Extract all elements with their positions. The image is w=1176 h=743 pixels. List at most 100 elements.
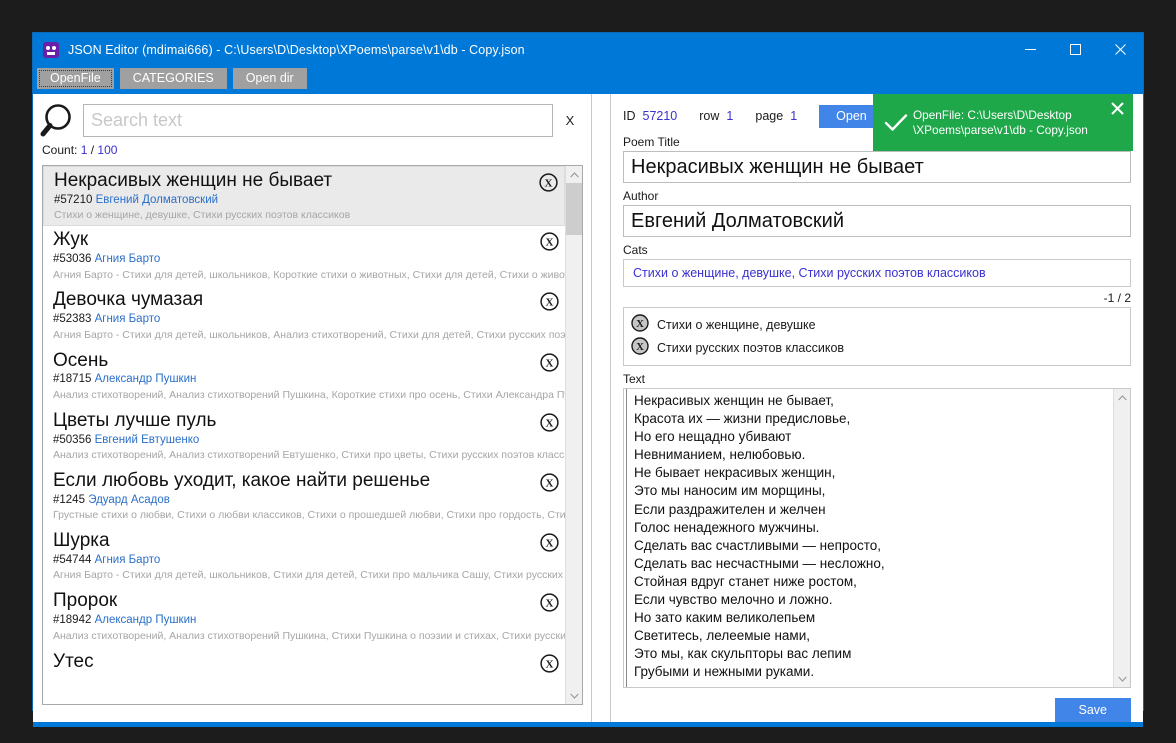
remove-cat-icon[interactable]: X <box>631 314 649 335</box>
poem-list-container: Некрасивых женщин не бывает #57210 Евген… <box>42 165 583 705</box>
notification-toast: OpenFile: C:\Users\D\Desktop \XPoems\par… <box>873 94 1133 151</box>
list-item-author[interactable]: Евгений Евтушенко <box>95 434 200 446</box>
author-input[interactable] <box>623 205 1131 237</box>
list-item-author[interactable]: Агния Барто <box>95 554 161 566</box>
window-title: JSON Editor (mdimai666) - C:\Users\D\Des… <box>68 42 525 57</box>
list-item-cats: Анализ стихотворений, Анализ стихотворен… <box>53 388 565 401</box>
minimize-button[interactable] <box>1008 33 1053 66</box>
close-toast-icon[interactable] <box>1109 100 1125 116</box>
list-item-author[interactable]: Эдуард Асадов <box>88 494 170 506</box>
list-item-id: #50356 <box>53 433 92 446</box>
svg-text:X: X <box>546 658 554 670</box>
list-item-meta: #1245 Эдуард Асадов <box>53 493 531 509</box>
actions-row: Save <box>623 688 1131 722</box>
cats-summary[interactable]: Стихи о женщине, девушке, Стихи русских … <box>623 259 1131 287</box>
svg-text:X: X <box>546 538 554 550</box>
search-row: X <box>33 103 591 138</box>
list-item-id: #53036 <box>53 253 92 266</box>
list-item-title: Шурка <box>53 530 110 552</box>
list-item-author[interactable]: Агния Барто <box>95 313 161 325</box>
list-item-id: #54744 <box>53 553 92 566</box>
scroll-up-icon[interactable] <box>1114 389 1131 406</box>
title-bar: JSON Editor (mdimai666) - C:\Users\D\Des… <box>33 33 1143 66</box>
delete-item-icon[interactable]: X <box>540 653 559 673</box>
close-button[interactable] <box>1098 33 1143 66</box>
check-icon <box>881 113 911 133</box>
count-total: 100 <box>97 143 118 157</box>
list-item-cats: Анализ стихотворений, Анализ стихотворен… <box>53 449 565 462</box>
delete-item-icon[interactable]: X <box>540 413 559 432</box>
tab-categories[interactable]: CATEGORIES <box>119 68 227 89</box>
list-scrollbar[interactable] <box>565 166 582 704</box>
svg-text:X: X <box>546 598 554 610</box>
list-item-meta: #57210 Евгений Долматовский <box>54 193 530 209</box>
cat-item-label: Стихи о женщине, девушке <box>657 317 816 332</box>
svg-text:X: X <box>546 297 554 309</box>
list-item-id: #18715 <box>53 373 92 386</box>
list-item[interactable]: Пророк #18942 Александр Пушкин Анализ ст… <box>43 587 565 647</box>
list-item[interactable]: Шурка #54744 Агния Барто Агния Барто - С… <box>43 527 565 587</box>
svg-text:X: X <box>636 342 644 353</box>
delete-item-icon[interactable]: X <box>540 232 559 251</box>
list-item-meta: #53036 Агния Барто <box>53 252 531 268</box>
list-item-author[interactable]: Александр Пушкин <box>95 614 197 626</box>
notification-message: OpenFile: C:\Users\D\Desktop \XPoems\par… <box>913 107 1088 137</box>
delete-item-icon[interactable]: X <box>540 533 559 552</box>
delete-item-icon[interactable]: X <box>540 593 559 612</box>
count-separator: / <box>90 143 95 157</box>
tab-openfile[interactable]: OpenFile <box>37 68 114 89</box>
list-item-meta: #18942 Александр Пушкин <box>53 613 531 629</box>
cat-item-label: Стихи русских поэтов классиков <box>657 340 845 355</box>
row-label: row <box>699 109 720 123</box>
list-item[interactable]: X Стихи русских поэтов классиков <box>631 336 1124 359</box>
list-scroll-thumb[interactable] <box>565 183 582 235</box>
delete-item-icon[interactable]: X <box>540 473 559 492</box>
page-value: 1 <box>790 109 798 123</box>
poem-title-input[interactable] <box>623 151 1131 183</box>
list-item[interactable]: Жук #53036 Агния Барто Агния Барто - Сти… <box>43 226 565 286</box>
text-scroll-track[interactable] <box>1114 406 1131 670</box>
delete-item-icon[interactable]: X <box>540 352 559 372</box>
save-button[interactable]: Save <box>1054 698 1131 722</box>
toolbar-tabs: OpenFile CATEGORIES Open dir <box>33 66 1143 94</box>
author-label: Author <box>623 189 659 203</box>
text-scrollbar[interactable] <box>1113 389 1130 687</box>
scroll-down-icon[interactable] <box>1114 670 1131 687</box>
list-item[interactable]: Девочка чумазая #52383 Агния Барто Агния… <box>43 286 565 346</box>
svg-text:X: X <box>545 177 553 189</box>
pane-splitter[interactable] <box>591 94 611 722</box>
list-item[interactable]: X Стихи о женщине, девушке <box>631 313 1124 336</box>
magnifier-icon[interactable] <box>39 103 83 138</box>
list-item[interactable]: Осень #18715 Александр Пушкин Анализ сти… <box>43 347 565 407</box>
window-controls <box>1008 33 1143 66</box>
delete-item-icon[interactable]: X <box>539 173 558 192</box>
clear-search-button[interactable]: X <box>553 113 587 128</box>
svg-text:X: X <box>636 319 644 330</box>
poem-list[interactable]: Некрасивых женщин не бывает #57210 Евген… <box>43 166 565 704</box>
list-item[interactable]: Если любовь уходит, какое найти решенье … <box>43 467 565 527</box>
maximize-button[interactable] <box>1053 33 1098 66</box>
tab-open-dir[interactable]: Open dir <box>232 68 307 89</box>
list-item[interactable]: Утес X <box>43 648 565 705</box>
remove-cat-icon[interactable]: X <box>631 337 649 358</box>
list-item-meta: #54744 Агния Барто <box>53 553 531 569</box>
right-pane: ID 57210 row 1 page 1 Open Poem Title Au… <box>611 94 1143 722</box>
list-item[interactable]: Некрасивых женщин не бывает #57210 Евген… <box>43 166 565 227</box>
list-item-author[interactable]: Агния Барто <box>95 253 161 265</box>
list-item-author[interactable]: Евгений Долматовский <box>96 194 218 206</box>
row-value: 1 <box>726 109 734 123</box>
list-item-cats: Анализ стихотворений, Анализ стихотворен… <box>53 629 565 642</box>
list-item-id: #57210 <box>54 193 93 206</box>
list-scroll-track[interactable] <box>565 183 582 687</box>
scroll-up-icon[interactable] <box>566 166 583 183</box>
list-item-cats: Грустные стихи о любви, Стихи о любви кл… <box>53 509 565 522</box>
list-item-cats: Агния Барто - Стихи для детей, школьнико… <box>53 328 565 341</box>
poem-text-area[interactable]: Некрасивых женщин не бывает, Красота их … <box>626 389 1113 687</box>
delete-item-icon[interactable]: X <box>540 292 559 312</box>
scroll-down-icon[interactable] <box>566 687 583 704</box>
svg-text:X: X <box>546 417 554 429</box>
id-value: 57210 <box>642 109 678 123</box>
list-item-author[interactable]: Александр Пушкин <box>95 373 197 385</box>
list-item[interactable]: Цветы лучше пуль #50356 Евгений Евтушенк… <box>43 407 565 467</box>
search-input[interactable] <box>83 104 553 137</box>
